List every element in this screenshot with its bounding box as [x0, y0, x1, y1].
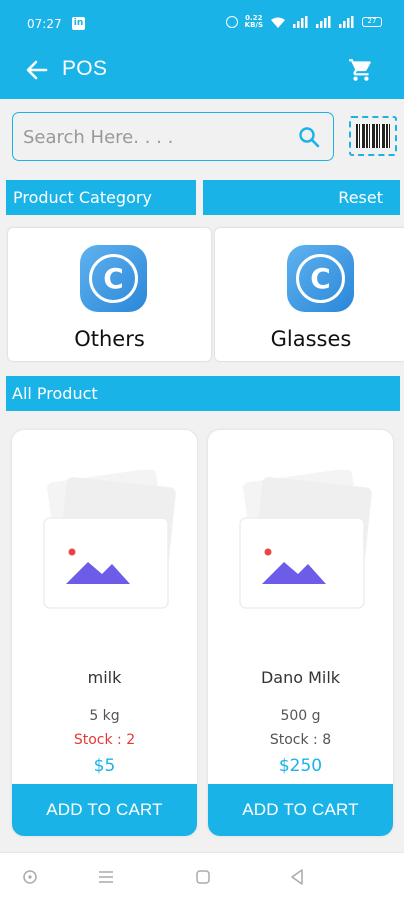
category-label: Glasses: [270, 327, 352, 351]
category-tile-others[interactable]: C Others: [8, 228, 211, 361]
signal-icon: [316, 16, 332, 28]
image-placeholder-icon: [239, 470, 372, 609]
product-card[interactable]: Dano Milk 500 g Stock : 8 $250 ADD TO CA…: [208, 430, 393, 836]
arrow-left-icon[interactable]: [24, 57, 50, 83]
menu-icon[interactable]: [96, 867, 116, 887]
product-price: $5: [93, 756, 116, 776]
barcode-lines: [356, 124, 390, 148]
signal-icon-2: [339, 16, 355, 28]
copyright-icon: C: [80, 245, 147, 312]
wifi-icon: [270, 16, 286, 29]
back-triangle-icon[interactable]: [287, 867, 307, 887]
product-quantity: 500 g: [280, 708, 321, 724]
barcode-scanner-icon[interactable]: [349, 116, 397, 156]
product-card[interactable]: milk 5 kg Stock : 2 $5 ADD TO CART: [12, 430, 197, 836]
product-name: Dano Milk: [260, 668, 341, 687]
search-box: [12, 112, 334, 161]
page-title: POS: [62, 57, 108, 80]
product-price: $250: [278, 756, 323, 776]
all-product-header: All Product: [6, 376, 400, 411]
search-icon[interactable]: [297, 125, 321, 149]
add-to-cart-button[interactable]: ADD TO CART: [208, 784, 393, 836]
category-tile-glasses[interactable]: C Glasses: [215, 228, 404, 361]
product-stock: Stock : 8: [269, 732, 332, 748]
assistant-icon[interactable]: [20, 867, 40, 887]
product-category-header: Product Category: [6, 180, 196, 215]
home-icon[interactable]: [193, 867, 213, 887]
search-input[interactable]: [23, 123, 283, 151]
status-icons: 0.22 KB/S 27: [225, 15, 382, 29]
system-nav-bar: [0, 852, 404, 900]
volte-signal-icon: [293, 16, 309, 28]
product-quantity: 5 kg: [89, 708, 120, 724]
status-time: 07:27: [27, 17, 62, 31]
app-bar: POS: [0, 44, 404, 99]
product-name: milk: [87, 668, 122, 687]
image-placeholder-icon: [43, 470, 176, 609]
status-bar: 07:27 in 0.22 KB/S 27: [0, 0, 404, 44]
shopping-cart-icon[interactable]: [348, 57, 374, 83]
reset-button[interactable]: Reset: [203, 180, 400, 215]
net-speed: 0.22 KB/S: [245, 15, 263, 29]
net-speed-unit: KB/S: [244, 21, 263, 29]
linkedin-icon: in: [72, 17, 85, 30]
alarm-icon: [225, 16, 238, 28]
category-label: Others: [74, 327, 145, 351]
copyright-icon: C: [287, 245, 354, 312]
product-stock: Stock : 2: [73, 732, 136, 748]
battery-icon: 27: [362, 17, 382, 27]
add-to-cart-button[interactable]: ADD TO CART: [12, 784, 197, 836]
